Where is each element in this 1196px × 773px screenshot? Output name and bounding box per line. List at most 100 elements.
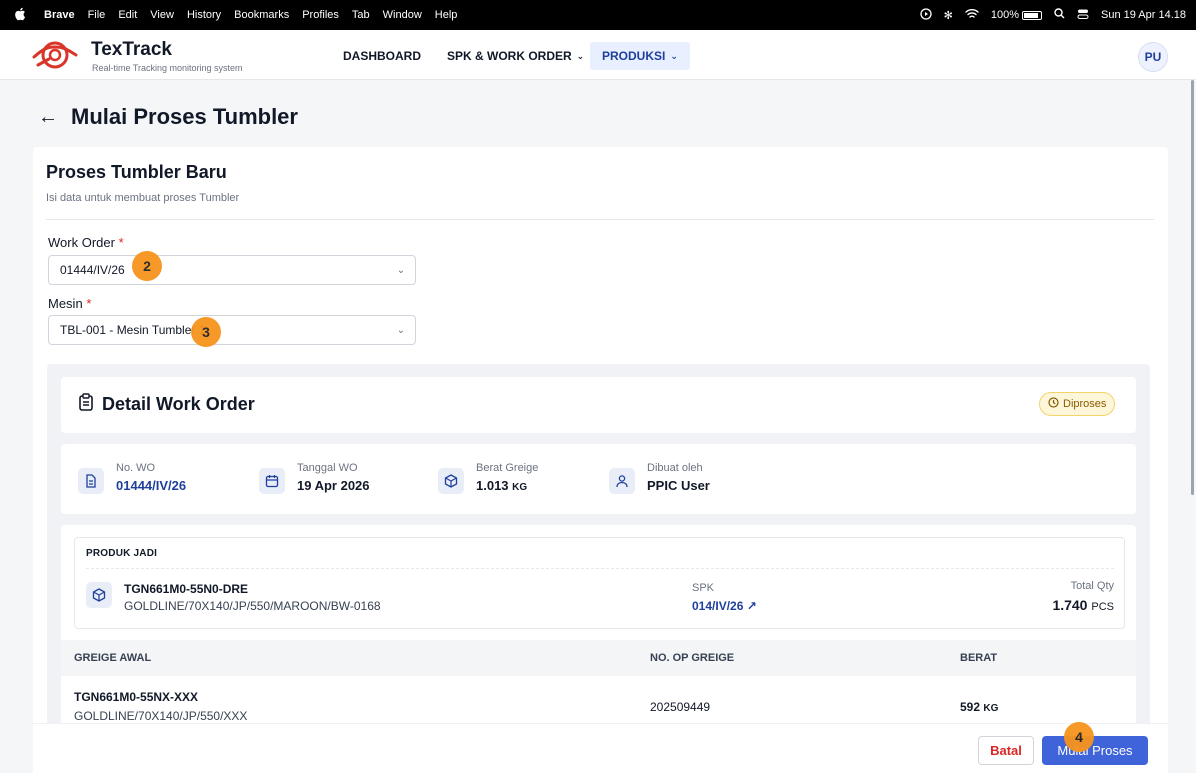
no-wo-label: No. WO	[116, 462, 156, 474]
dashed-divider	[86, 568, 1114, 569]
apple-icon[interactable]	[14, 7, 28, 24]
work-order-value: 01444/IV/26	[60, 263, 125, 277]
clock-icon	[1048, 397, 1059, 411]
chevron-down-icon: ⌄	[396, 324, 406, 336]
battery-indicator[interactable]: 100%	[991, 9, 1042, 21]
step-marker-2: 2	[132, 251, 162, 281]
cancel-button[interactable]: Batal	[978, 736, 1034, 765]
spk-link[interactable]: 014/IV/26 ↗	[692, 599, 757, 613]
form-subtitle: Isi data untuk membuat proses Tumbler	[46, 192, 240, 204]
mesin-select[interactable]: TBL-001 - Mesin Tumbler 1 ⌄	[48, 315, 416, 345]
work-order-select[interactable]: 01444/IV/26 ⌄	[48, 255, 416, 285]
clipboard-list-icon	[78, 393, 94, 416]
status-badge: Diproses	[1039, 392, 1116, 416]
user-avatar[interactable]: PU	[1138, 42, 1168, 72]
arrow-left-icon[interactable]: ←	[38, 106, 58, 129]
berat-label: Berat Greige	[476, 462, 539, 474]
menu-bookmarks[interactable]: Bookmarks	[234, 9, 289, 21]
produk-code: TGN661M0-55N0-DRE	[124, 582, 249, 596]
berat-value: 1.013 KG	[476, 478, 538, 493]
step-marker-4: 4	[1064, 722, 1094, 752]
required-mark: *	[86, 296, 92, 311]
produk-desc: GOLDLINE/70X140/JP/550/MAROON/BW-0168	[124, 599, 381, 613]
col-greige-awal: GREIGE AWAL	[74, 652, 152, 664]
mesin-label-text: Mesin	[48, 296, 83, 311]
info-tanggal-wo: Tanggal WO 19 Apr 2026	[259, 462, 370, 494]
menu-tab[interactable]: Tab	[352, 9, 370, 21]
wo-info-row: No. WO 01444/IV/26 Tanggal WO 19 Apr 2026 …	[61, 444, 1136, 514]
form-card: Proses Tumbler Baru Isi data untuk membu…	[33, 147, 1168, 773]
tanggal-label: Tanggal WO	[297, 462, 358, 474]
no-wo-value[interactable]: 01444/IV/26	[116, 478, 186, 493]
work-order-label-text: Work Order	[48, 235, 115, 250]
menu-history[interactable]: History	[187, 9, 221, 21]
menu-brave[interactable]: Brave	[44, 9, 75, 21]
greige-desc: GOLDLINE/70X140/JP/550/XXX	[74, 709, 248, 723]
calendar-icon	[259, 468, 285, 494]
nav-produksi[interactable]: PRODUKSI ⌄	[590, 42, 690, 70]
info-dibuat-oleh: Dibuat oleh PPIC User	[609, 462, 710, 494]
step-marker-3: 3	[191, 317, 221, 347]
dibuat-value: PPIC User	[647, 478, 710, 493]
menubar-clock[interactable]: Sun 19 Apr 14.18	[1101, 9, 1186, 21]
info-no-wo: No. WO 01444/IV/26	[78, 462, 186, 494]
spk-label: SPK	[692, 582, 715, 594]
package-icon	[86, 582, 112, 608]
chevron-down-icon: ⌄	[396, 264, 406, 276]
detail-work-order-section: Detail Work Order Diproses No. WO 01444/I…	[47, 364, 1150, 773]
total-qty-unit: PCS	[1091, 601, 1114, 613]
total-qty-label: Total Qty	[1070, 580, 1114, 592]
menu-profiles[interactable]: Profiles	[302, 9, 339, 21]
battery-percent: 100%	[990, 9, 1019, 21]
dibuat-label: Dibuat oleh	[647, 462, 703, 474]
form-title: Proses Tumbler Baru	[46, 162, 227, 182]
col-berat: BERAT	[960, 652, 998, 664]
snowflake-icon[interactable]: ✻	[944, 9, 953, 22]
total-qty-number: 1.740	[1052, 597, 1088, 613]
control-center-icon[interactable]	[1077, 8, 1089, 23]
play-icon[interactable]	[919, 7, 932, 23]
detail-title: Detail Work Order	[78, 393, 255, 416]
package-icon	[438, 468, 464, 494]
brand-name: TexTrack	[91, 39, 172, 60]
produk-jadi-card: PRODUK JADI TGN661M0-55N0-DRE GOLDLINE/7…	[74, 537, 1125, 629]
berat-unit: KG	[512, 482, 528, 493]
menu-edit[interactable]: Edit	[118, 9, 137, 21]
col-no-op-greige: NO. OP GREIGE	[650, 652, 735, 664]
produk-jadi-label: PRODUK JADI	[86, 548, 158, 559]
detail-title-text: Detail Work Order	[102, 394, 255, 414]
menu-view[interactable]: View	[150, 9, 174, 21]
divider	[46, 219, 1154, 220]
nav-spk-work-order[interactable]: SPK & WORK ORDER ⌄	[435, 42, 596, 70]
berat-number: 1.013	[476, 478, 509, 493]
app-header: TexTrack Real-time Tracking monitoring s…	[0, 30, 1196, 80]
menu-window[interactable]: Window	[383, 9, 422, 21]
page-title: Mulai Proses Tumbler	[71, 104, 298, 129]
nav-produksi-label: PRODUKSI	[602, 49, 666, 63]
spotlight-search-icon[interactable]	[1054, 8, 1065, 22]
greige-no-op: 202509449	[650, 700, 711, 714]
textrack-logo-icon[interactable]	[32, 38, 78, 72]
detail-header: Detail Work Order Diproses	[61, 377, 1136, 433]
chevron-down-icon: ⌄	[576, 50, 585, 61]
greige-berat-number: 592	[960, 700, 981, 714]
chevron-down-icon: ⌄	[670, 50, 678, 61]
info-berat-greige: Berat Greige 1.013 KG	[438, 462, 538, 494]
tanggal-value: 19 Apr 2026	[297, 478, 370, 493]
nav-dashboard-label: DASHBOARD	[343, 49, 421, 63]
work-order-label: Work Order *	[48, 235, 124, 250]
greige-table-header: GREIGE AWAL NO. OP GREIGE BERAT	[61, 640, 1136, 676]
wifi-icon[interactable]	[965, 8, 979, 22]
nav-spk-label: SPK & WORK ORDER	[447, 49, 572, 63]
greige-berat-unit: KG	[983, 703, 999, 714]
system-menu-bar: Brave File Edit View History Bookmarks P…	[0, 0, 1196, 30]
start-process-button[interactable]: Mulai Proses	[1042, 736, 1148, 765]
nav-dashboard[interactable]: DASHBOARD	[331, 42, 433, 70]
battery-icon	[1021, 10, 1042, 20]
page-scrollbar[interactable]	[1191, 80, 1194, 495]
status-text: Diproses	[1063, 398, 1107, 410]
greige-berat: 592 KG	[960, 700, 998, 714]
menu-file[interactable]: File	[88, 9, 106, 21]
total-qty-value: 1.740 PCS	[1052, 597, 1114, 613]
menu-help[interactable]: Help	[435, 9, 458, 21]
